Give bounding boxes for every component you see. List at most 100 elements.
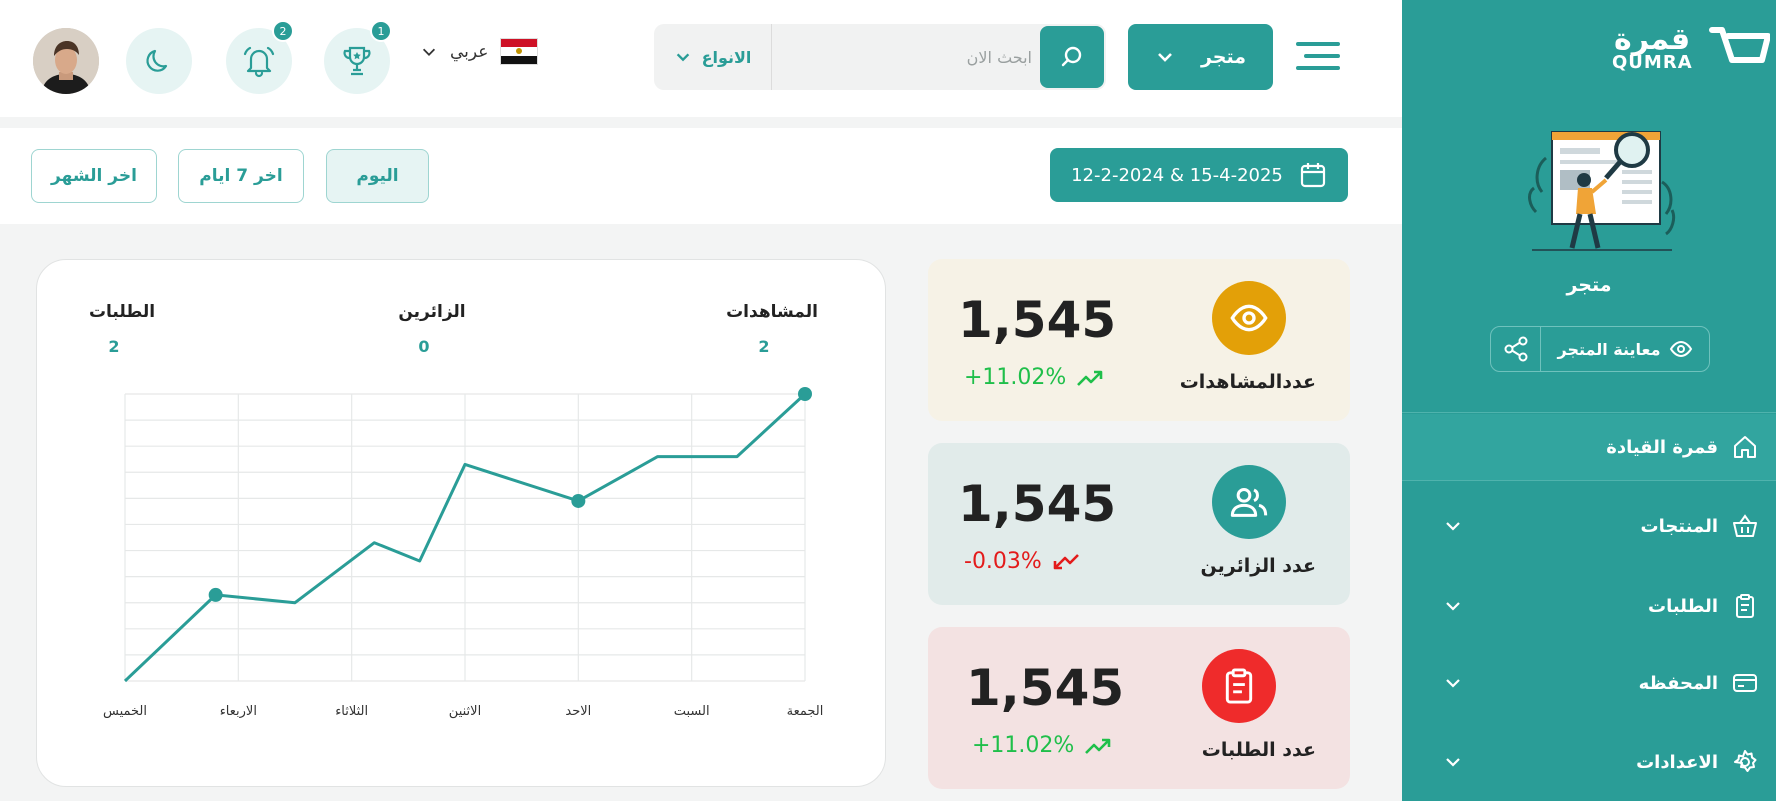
trophy-badge: 1 (370, 20, 392, 42)
stat-change-value: +11.02% (964, 365, 1067, 390)
trophy-icon (340, 44, 374, 78)
chevron-down-icon (1155, 47, 1175, 67)
home-icon (1730, 434, 1760, 460)
store-select-dropdown[interactable]: متجر (1128, 24, 1273, 90)
stat-card-orders: 1,545 +11.02% عدد الطلبات (928, 627, 1350, 789)
stat-value: 1,545 (958, 475, 1117, 533)
filter-last-7-days-button[interactable]: اخر 7 ايام (178, 149, 304, 203)
basket-icon (1730, 513, 1760, 539)
sidebar-item-orders[interactable]: الطلبات (1402, 586, 1776, 626)
sidebar-item-label: قمرة القيادة (1606, 436, 1718, 458)
moon-icon (144, 46, 174, 76)
stat-label: عدد الزائرين (1200, 555, 1316, 577)
search-icon (1059, 44, 1085, 70)
sidebar-item-label: الاعدادات (1636, 751, 1718, 773)
filter-today-button[interactable]: اليوم (326, 149, 429, 203)
x-tick-label: الاربعاء (220, 704, 257, 719)
chart-card: الخميس الاربعاء الثلاثاء الاثنين الاحد السبت ا… (36, 259, 886, 787)
chart-summary-label: المشاهدات (726, 302, 818, 322)
data-point (208, 587, 223, 602)
sidebar-item-wallet[interactable]: المحفظه (1402, 663, 1776, 703)
clipboard-icon (1730, 593, 1760, 619)
stat-change: -0.03% (964, 549, 1080, 574)
chevron-down-icon (420, 43, 438, 61)
store-preview-group: معاينة المتجر (1490, 326, 1710, 372)
stat-icon-circle (1212, 281, 1286, 355)
filter-bar: 12-2-2024 & 15-4-2025 اليوم اخر 7 ايام ا… (0, 128, 1402, 224)
stat-value: 1,545 (958, 291, 1117, 349)
chevron-down-icon (674, 48, 692, 66)
eye-icon (1669, 337, 1693, 361)
users-icon (1229, 482, 1269, 522)
filter-last-month-button[interactable]: اخر الشهر (31, 149, 157, 203)
user-avatar[interactable] (33, 28, 99, 94)
trend-up-icon (1076, 368, 1104, 388)
stat-value: 1,545 (966, 659, 1125, 717)
bell-icon (242, 44, 276, 78)
sidebar-item-label: المنتجات (1640, 515, 1718, 537)
chart-summary-value: 2 (108, 337, 119, 356)
gear-icon (1730, 749, 1760, 775)
store-search-illustration (1522, 122, 1682, 260)
top-bar: متجر الانواع عربي 1 2 (0, 0, 1402, 117)
sidebar-item-settings[interactable]: الاعدادات (1402, 742, 1776, 782)
stat-label: عددالمشاهدات (1179, 371, 1316, 393)
chart-summary-label: الطلبات (89, 302, 155, 322)
sidebar-divider (1402, 412, 1776, 413)
x-tick-label: الاثنين (449, 704, 481, 719)
sidebar-item-dashboard[interactable]: قمرة القيادة (1402, 427, 1776, 467)
share-button[interactable] (1491, 327, 1541, 371)
clipboard-icon (1220, 667, 1258, 705)
stat-change: +11.02% (964, 365, 1104, 390)
chart-summary-label: الزائرين (398, 302, 465, 322)
language-label: عربي (450, 41, 489, 62)
types-dropdown[interactable]: الانواع (654, 24, 772, 90)
x-tick-label: الجمعة (787, 704, 824, 719)
store-select-label: متجر (1200, 46, 1247, 68)
language-selector[interactable]: عربي (420, 38, 539, 65)
preview-store-button[interactable]: معاينة المتجر (1541, 327, 1709, 371)
dark-mode-toggle[interactable] (126, 28, 192, 94)
eye-icon (1229, 298, 1269, 338)
sidebar-item-label: الطلبات (1647, 595, 1718, 617)
data-point (798, 387, 812, 401)
trend-down-icon (1052, 552, 1080, 572)
types-label: الانواع (701, 47, 752, 67)
store-name: متجر (1566, 274, 1612, 296)
stat-change: +11.02% (972, 733, 1112, 758)
sidebar-item-products[interactable]: المنتجات (1402, 506, 1776, 546)
chart-summary-value: 0 (418, 337, 429, 356)
sidebar-item-label: المحفظه (1638, 672, 1718, 694)
sidebar-divider (1402, 480, 1776, 481)
search-input[interactable] (776, 34, 1032, 80)
date-range-label: 12-2-2024 & 15-4-2025 (1071, 164, 1283, 186)
chevron-down-icon (1438, 516, 1468, 536)
menu-icon[interactable] (1296, 40, 1340, 72)
notifications-button[interactable]: 2 (226, 20, 294, 94)
stat-card-views: 1,545 +11.02% عددالمشاهدات (928, 259, 1350, 421)
logo-english-text: QUMRA (1612, 52, 1693, 73)
preview-store-label: معاينة المتجر (1557, 339, 1661, 359)
x-tick-label: السبت (674, 704, 710, 719)
date-range-picker[interactable]: 12-2-2024 & 15-4-2025 (1050, 148, 1348, 202)
egypt-flag-icon (500, 38, 539, 65)
chevron-down-icon (1438, 673, 1468, 693)
data-point (571, 493, 586, 508)
x-tick-label: الاحد (565, 704, 591, 719)
stat-icon-circle (1202, 649, 1276, 723)
x-tick-label: الثلاثاء (335, 704, 368, 719)
calendar-icon (1299, 161, 1327, 189)
chevron-down-icon (1438, 596, 1468, 616)
wallet-icon (1730, 670, 1760, 696)
sidebar: قمرة QUMRA متجر معاينة المتجر قمرة القيا… (1402, 0, 1776, 801)
stat-label: عدد الطلبات (1201, 739, 1316, 761)
stat-card-visitors: 1,545 -0.03% عدد الزائرين (928, 443, 1350, 605)
trophy-button[interactable]: 1 (324, 20, 392, 94)
trend-up-icon (1084, 736, 1112, 756)
stat-change-value: -0.03% (964, 549, 1042, 574)
qumra-logo[interactable]: قمرة QUMRA (1610, 20, 1770, 76)
stat-change-value: +11.02% (972, 733, 1075, 758)
stat-icon-circle (1212, 465, 1286, 539)
search-button[interactable] (1040, 26, 1104, 88)
share-icon (1503, 336, 1529, 362)
